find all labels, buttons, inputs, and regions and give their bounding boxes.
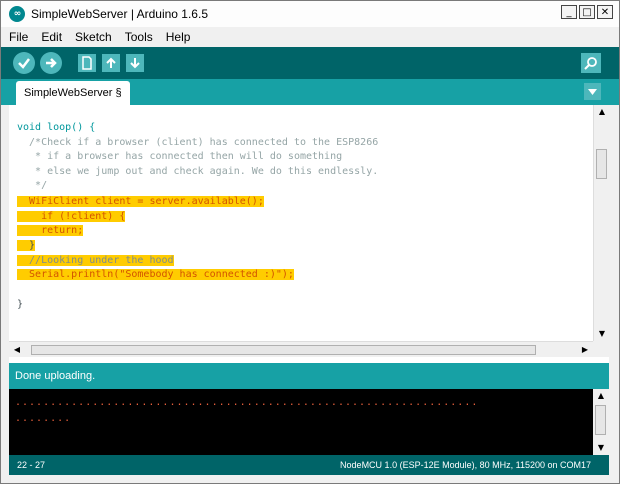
- scroll-left-arrow-icon[interactable]: ◀: [9, 343, 25, 357]
- new-file-icon: [82, 56, 92, 70]
- code-editor[interactable]: void loop() { /*Check if a browser (clie…: [9, 105, 593, 341]
- menu-help[interactable]: Help: [161, 30, 196, 44]
- highlighted-code: }: [17, 240, 36, 251]
- serial-monitor-button[interactable]: [581, 53, 601, 73]
- arduino-logo-icon: ∞: [9, 6, 25, 22]
- console-line: ........................................…: [15, 397, 479, 408]
- console-line: ........: [15, 413, 72, 424]
- board-info: NodeMCU 1.0 (ESP-12E Module), 80 MHz, 11…: [340, 460, 591, 470]
- code-line-3: * if a browser has connected then will d…: [17, 151, 343, 162]
- scroll-thumb[interactable]: [595, 405, 606, 435]
- tab-menu-button[interactable]: [584, 83, 601, 100]
- highlighted-code: WiFiClient client = server.available();: [17, 196, 264, 207]
- maximize-button[interactable]: □: [579, 5, 595, 19]
- code-line-10: //Looking under the hood: [17, 254, 174, 268]
- highlighted-code: Serial.println("Somebody has connected :…: [17, 269, 294, 280]
- code-line-4: * else we jump out and check again. We d…: [17, 166, 379, 177]
- code-line-5: */: [17, 180, 48, 191]
- title-bar: ∞ SimpleWebServer | Arduino 1.6.5 _ □ ✕: [1, 1, 619, 28]
- code-line-7: if (!client) {: [17, 210, 126, 224]
- highlighted-code: if (!client) {: [17, 211, 126, 222]
- arduino-ide-window: ∞ SimpleWebServer | Arduino 1.6.5 _ □ ✕ …: [0, 0, 620, 484]
- scroll-down-arrow-icon[interactable]: ▼: [594, 327, 610, 341]
- scroll-up-arrow-icon[interactable]: ▲: [593, 389, 609, 403]
- code-line-8: return;: [17, 224, 84, 238]
- toolbar: [1, 47, 619, 79]
- scroll-thumb[interactable]: [31, 345, 536, 355]
- highlighted-code: return;: [17, 225, 84, 236]
- code-text: void loop() {: [17, 122, 96, 133]
- footer-bar: 22 - 27 NodeMCU 1.0 (ESP-12E Module), 80…: [9, 455, 609, 475]
- code-line-9: }: [17, 239, 36, 253]
- editor-vertical-scrollbar[interactable]: ▲ ▼: [593, 105, 609, 341]
- new-button[interactable]: [78, 54, 96, 72]
- verify-button[interactable]: [13, 52, 35, 74]
- magnifier-icon: [584, 57, 597, 70]
- status-message: Done uploading.: [15, 370, 96, 382]
- menu-file[interactable]: File: [4, 30, 33, 44]
- chevron-down-icon: [588, 88, 597, 95]
- editor-horizontal-scrollbar[interactable]: ◀ ▶: [9, 341, 593, 357]
- cursor-position: 22 - 27: [17, 460, 46, 470]
- upload-arrow-icon: [46, 58, 57, 68]
- code-line-11: Serial.println("Somebody has connected :…: [17, 268, 294, 282]
- menu-sketch[interactable]: Sketch: [70, 30, 117, 44]
- console-output[interactable]: ........................................…: [9, 389, 593, 455]
- tab-simplewebserver[interactable]: SimpleWebServer §: [16, 81, 130, 105]
- window-title: SimpleWebServer | Arduino 1.6.5: [31, 7, 208, 21]
- verify-icon: [18, 58, 30, 69]
- scroll-right-arrow-icon[interactable]: ▶: [577, 343, 593, 357]
- menu-tools[interactable]: Tools: [120, 30, 158, 44]
- menu-edit[interactable]: Edit: [36, 30, 67, 44]
- tab-bar: SimpleWebServer §: [1, 79, 619, 105]
- code-line-2: /*Check if a browser (client) has connec…: [17, 137, 379, 148]
- highlighted-code: //Looking under the hood: [17, 255, 174, 266]
- open-button[interactable]: [102, 54, 120, 72]
- save-button[interactable]: [126, 54, 144, 72]
- console-vertical-scrollbar[interactable]: ▲ ▼: [593, 389, 609, 455]
- scroll-up-arrow-icon[interactable]: ▲: [594, 105, 610, 119]
- minimize-button[interactable]: _: [561, 5, 577, 19]
- scroll-down-arrow-icon[interactable]: ▼: [593, 441, 609, 455]
- window-controls: _ □ ✕: [561, 5, 613, 19]
- status-bar: Done uploading.: [9, 363, 609, 389]
- menu-bar: File Edit Sketch Tools Help: [1, 27, 619, 47]
- scroll-thumb[interactable]: [596, 149, 607, 179]
- save-arrow-down-icon: [130, 58, 140, 69]
- code-line-13: }: [17, 299, 24, 310]
- code-line-6: WiFiClient client = server.available();: [17, 195, 264, 209]
- upload-button[interactable]: [40, 52, 62, 74]
- code-line-1: void loop() {: [17, 121, 95, 135]
- close-button[interactable]: ✕: [597, 5, 613, 19]
- open-arrow-up-icon: [106, 57, 116, 68]
